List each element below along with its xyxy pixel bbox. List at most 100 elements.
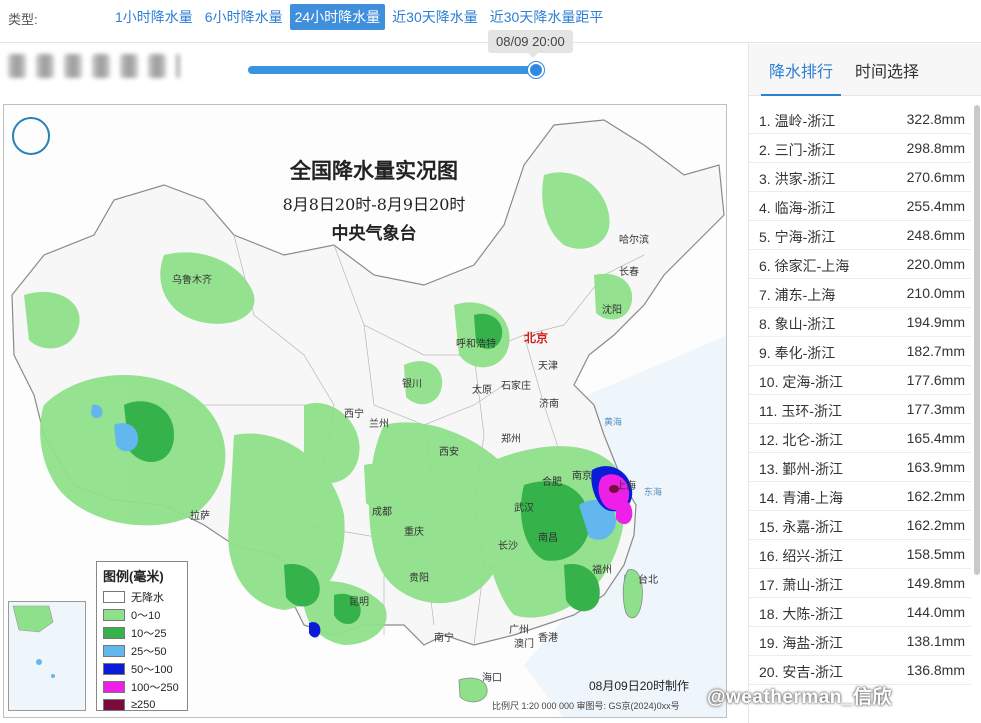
city-label: 北京: [524, 331, 549, 345]
city-label: 兰州: [369, 419, 389, 430]
ranking-row[interactable]: 12. 北仑-浙江 165.4mm: [749, 424, 971, 453]
station-name: 8. 象山-浙江: [759, 316, 836, 332]
legend-item: ≥250: [103, 696, 181, 714]
station-name: 7. 浦东-上海: [759, 287, 836, 303]
station-precip-value: 163.9mm: [906, 459, 965, 475]
station-name: 6. 徐家汇-上海: [759, 258, 850, 274]
side-panel: 降水排行 时间选择 1. 温岭-浙江 322.8mm 2. 三门-浙江 298.8mm…: [748, 44, 981, 723]
legend-swatch: [103, 591, 125, 603]
tab-precip-ranking[interactable]: 降水排行: [769, 58, 833, 82]
legend-item: 0～10: [103, 606, 181, 624]
legend-swatch: [103, 681, 125, 693]
city-label: 南京: [572, 471, 592, 482]
ranking-row[interactable]: 19. 海盐-浙江 138.1mm: [749, 627, 971, 656]
city-label: 拉萨: [190, 511, 210, 522]
ranking-row[interactable]: 17. 萧山-浙江 149.8mm: [749, 569, 971, 598]
station-name: 10. 定海-浙江: [759, 374, 844, 390]
tab-30d-anomaly[interactable]: 近30天降水量距平: [485, 4, 609, 30]
city-label: 济南: [539, 399, 559, 410]
station-precip-value: 165.4mm: [906, 430, 965, 446]
ranking-row[interactable]: 4. 临海-浙江 255.4mm: [749, 192, 971, 221]
station-name: 9. 奉化-浙江: [759, 345, 836, 361]
station-name: 14. 青浦-上海: [759, 490, 844, 506]
station-name: 13. 鄞州-浙江: [759, 461, 844, 477]
station-name: 1. 温岭-浙江: [759, 113, 836, 129]
station-precip-value: 220.0mm: [906, 256, 965, 272]
legend-swatch: [103, 609, 125, 621]
station-name: 15. 永嘉-浙江: [759, 519, 844, 535]
city-label: 西安: [439, 447, 459, 458]
city-label: 南昌: [538, 533, 558, 544]
ranking-row[interactable]: 7. 浦东-上海 210.0mm: [749, 279, 971, 308]
ranking-row[interactable]: 10. 定海-浙江 177.6mm: [749, 366, 971, 395]
time-tooltip: 08/09 20:00: [488, 30, 573, 58]
city-label: 成都: [372, 507, 392, 518]
ranking-row[interactable]: 8. 象山-浙江 194.9mm: [749, 308, 971, 337]
station-precip-value: 177.6mm: [906, 372, 965, 388]
ranking-row[interactable]: 2. 三门-浙江 298.8mm: [749, 134, 971, 163]
station-name: 16. 绍兴-浙江: [759, 548, 844, 564]
map-subtitle: 8月8日20时-8月9日20时: [282, 195, 466, 214]
legend-item: 50～100: [103, 660, 181, 678]
legend-swatch: [103, 663, 125, 675]
station-name: 17. 萧山-浙江: [759, 577, 844, 593]
legend-label: ≥250: [131, 699, 156, 711]
legend-title: 图例(毫米): [103, 569, 164, 584]
station-name: 2. 三门-浙江: [759, 142, 836, 158]
legend-swatch: [103, 645, 125, 657]
ranking-row[interactable]: 5. 宁海-浙江 248.6mm: [749, 221, 971, 250]
sea-label: 东海: [644, 487, 663, 497]
tab-time-select[interactable]: 时间选择: [855, 58, 919, 82]
station-name: 20. 安吉-浙江: [759, 664, 844, 680]
legend-swatch: [103, 699, 125, 711]
ranking-row[interactable]: 14. 青浦-上海 162.2mm: [749, 482, 971, 511]
ranking-row[interactable]: 1. 温岭-浙江 322.8mm: [749, 105, 971, 134]
ranking-scrollbar[interactable]: [974, 105, 980, 575]
station-precip-value: 158.5mm: [906, 546, 965, 562]
legend-item: 25～50: [103, 642, 181, 660]
city-label: 呼和浩特: [456, 339, 496, 350]
legend-item: 100～250: [103, 678, 181, 696]
map-scale-note: 比例尺 1:20 000 000 审图号: GS京(2024)0хх号: [492, 701, 680, 711]
ranking-row[interactable]: 9. 奉化-浙江 182.7mm: [749, 337, 971, 366]
ranking-row[interactable]: 18. 大陈-浙江 144.0mm: [749, 598, 971, 627]
legend-label: 0～10: [131, 610, 161, 622]
station-precip-value: 210.0mm: [906, 285, 965, 301]
time-slider-track[interactable]: [248, 62, 544, 78]
ranking-row[interactable]: 3. 洪家-浙江 270.6mm: [749, 163, 971, 192]
legend-label: 50～100: [131, 664, 173, 676]
city-label: 台北: [638, 575, 658, 586]
station-precip-value: 136.8mm: [906, 662, 965, 678]
ranking-row[interactable]: 13. 鄞州-浙江 163.9mm: [749, 453, 971, 482]
time-slider-handle[interactable]: [528, 62, 544, 78]
ranking-row[interactable]: 6. 徐家汇-上海 220.0mm: [749, 250, 971, 279]
tab-6h-precip[interactable]: 6小时降水量: [200, 4, 288, 30]
tab-1h-precip[interactable]: 1小时降水量: [110, 4, 198, 30]
station-precip-value: 255.4mm: [906, 198, 965, 214]
active-tab-indicator: [761, 94, 841, 96]
city-label: 太原: [472, 385, 492, 396]
tab-24h-precip[interactable]: 24小时降水量: [289, 4, 386, 30]
precipitation-map: 全国降水量实况图 8月8日20时-8月9日20时 中央气象台 北京 哈尔滨 长春…: [3, 104, 727, 718]
station-precip-value: 162.2mm: [906, 488, 965, 504]
legend-item: 无降水: [103, 588, 181, 606]
station-name: 18. 大陈-浙江: [759, 606, 844, 622]
ranking-row[interactable]: 15. 永嘉-浙江 162.2mm: [749, 511, 971, 540]
station-precip-value: 149.8mm: [906, 575, 965, 591]
station-precip-value: 248.6mm: [906, 227, 965, 243]
station-precip-value: 162.2mm: [906, 517, 965, 533]
station-precip-value: 138.1mm: [906, 633, 965, 649]
legend-swatch: [103, 627, 125, 639]
city-label: 福州: [592, 565, 612, 576]
ranking-row[interactable]: 11. 玉环-浙江 177.3mm: [749, 395, 971, 424]
tab-30d-precip[interactable]: 近30天降水量: [387, 4, 483, 30]
time-slider-row: 08/09 20:00: [0, 30, 748, 96]
legend-label: 无降水: [131, 592, 164, 604]
city-label: 香港: [538, 633, 558, 644]
city-label: 西宁: [344, 409, 364, 420]
city-label: 贵阳: [409, 573, 429, 584]
ranking-row[interactable]: 20. 安吉-浙江 136.8mm: [749, 656, 971, 685]
ranking-row[interactable]: 16. 绍兴-浙江 158.5mm: [749, 540, 971, 569]
station-precip-value: 298.8mm: [906, 140, 965, 156]
city-label: 昆明: [349, 597, 369, 608]
